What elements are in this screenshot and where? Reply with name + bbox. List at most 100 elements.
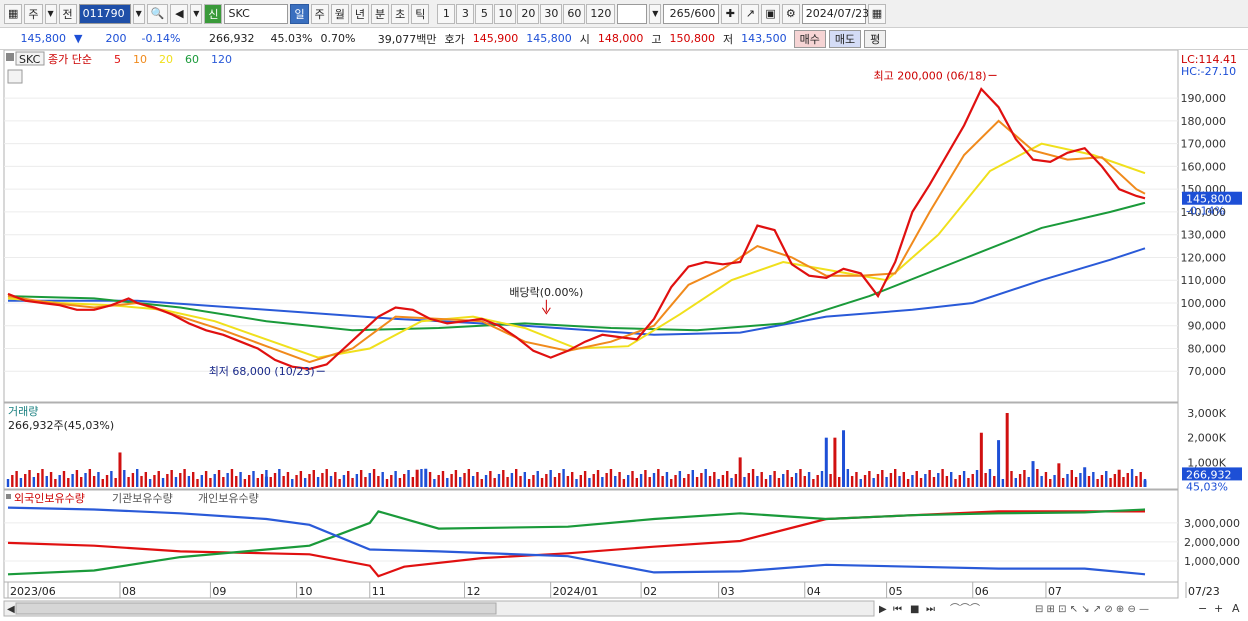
first-page-icon[interactable]: ⏮ (893, 604, 902, 615)
volume-base-bar (769, 475, 772, 487)
volume-base-bar (945, 476, 949, 487)
grid-toggle-icon[interactable] (7, 69, 23, 84)
volume-base-bar (678, 471, 682, 487)
volume-base-bar (183, 469, 186, 487)
prev-button[interactable]: 전 (58, 3, 77, 24)
draw-tool-icon[interactable]: ↗ (741, 3, 760, 24)
volume-base-bar (359, 470, 363, 487)
period-tab-4[interactable]: 분 (370, 3, 390, 24)
volume-base-bar (148, 479, 152, 487)
window-menu-icon[interactable]: ▦ (4, 3, 23, 24)
period-tab-6[interactable]: 틱 (411, 3, 430, 24)
volume-base-bar (454, 470, 458, 487)
save-icon[interactable]: ▣ (761, 3, 780, 24)
period-tab-0[interactable]: 일 (290, 3, 309, 24)
scroll-left-icon[interactable]: ◀ (7, 604, 15, 615)
eval-button[interactable]: 평 (864, 29, 887, 48)
period-tab-2[interactable]: 월 (330, 3, 349, 24)
volume-base-bar (1087, 476, 1091, 487)
volume-base-bar (618, 472, 621, 487)
gear-icon[interactable]: ⚙ (781, 3, 800, 24)
volume-base-bar (153, 475, 156, 487)
volume-tick-label: 3,000K (1187, 407, 1226, 420)
interval-button-60[interactable]: 60 (563, 3, 586, 24)
volume-base-bar (58, 475, 61, 487)
volume-base-bar (734, 474, 738, 487)
volume-base-bar (924, 474, 927, 487)
interval-dropdown-icon[interactable]: ▼ (649, 3, 662, 24)
volume-base-bar (536, 471, 539, 487)
volume-base-bar (204, 471, 208, 487)
volume-base-bar (605, 473, 608, 487)
turnover-amount: 39,077백만 (377, 32, 437, 46)
tool-icons[interactable]: ⊟ ⊞ ⊡ ↖ ↘ ↗ ⊘ ⊕ ⊖ — (1035, 604, 1149, 615)
chart-area[interactable]: SKC 종가 단순 5 10 20 60 120 LC:114.41 HC:-27.10… (0, 50, 1248, 621)
x-label: 02 (643, 585, 657, 598)
zoom-slider-icon[interactable]: ⌒⌒⌒ (950, 603, 980, 615)
volume-base-bar (881, 470, 884, 487)
volume-base-bar (807, 472, 811, 487)
volume-base-bar (812, 479, 815, 487)
zoom-out-icon[interactable]: − (1198, 602, 1207, 615)
volume-base-bar (372, 469, 376, 487)
volume-base-bar (62, 471, 66, 487)
interval-button-120[interactable]: 120 (586, 3, 616, 24)
volume-base-bar (471, 476, 475, 487)
font-size-icon[interactable]: A (1232, 602, 1240, 615)
volume-base-bar (105, 475, 109, 487)
volume-base-bar (161, 478, 165, 487)
calendar-icon[interactable]: ▦ (867, 3, 887, 24)
stock-name-field[interactable]: SKC (224, 3, 289, 24)
sell-button[interactable]: 매도 (828, 29, 862, 48)
type-select[interactable]: 주 (24, 3, 43, 24)
last-page-icon[interactable]: ⏭ (926, 604, 935, 615)
interval-button-1[interactable]: 1 (437, 3, 456, 24)
volume-bar (1117, 469, 1121, 487)
interval-button-20[interactable]: 20 (517, 3, 540, 24)
period-tab-5[interactable]: 초 (391, 3, 410, 24)
period-tab-1[interactable]: 주 (310, 3, 329, 24)
volume-base-bar (15, 471, 18, 487)
interval-button-3[interactable]: 3 (456, 3, 475, 24)
crosshair-icon[interactable]: ✚ (721, 3, 740, 24)
volume-base-bar (329, 476, 333, 487)
date-input[interactable]: 2024/07/23 (801, 3, 869, 24)
volume-base-bar (489, 471, 492, 487)
period-tab-3[interactable]: 년 (350, 3, 369, 24)
volume-base-bar (545, 474, 548, 487)
code-dropdown-icon[interactable]: ▼ (132, 3, 145, 24)
stop-icon[interactable]: ■ (910, 604, 919, 615)
volume-base-bar (433, 479, 436, 487)
x-label: 04 (807, 585, 821, 598)
volume-base-bar (562, 469, 565, 487)
volume-base-bar (1130, 469, 1134, 487)
volume-base-bar (751, 469, 755, 487)
interval-button-5[interactable]: 5 (475, 3, 494, 24)
last-pct-label: -0.14% (1186, 205, 1225, 218)
scroll-right-icon[interactable]: ▶ (879, 604, 887, 615)
volume-base-bar (540, 478, 544, 487)
volume-base-bar (553, 477, 557, 487)
volume-base-bar (411, 477, 415, 487)
volume-base-bar (243, 479, 247, 487)
interval-button-10[interactable]: 10 (494, 3, 517, 24)
buy-button[interactable]: 매수 (793, 29, 826, 48)
holdings-legend-1: 기관보유수량 (112, 492, 173, 505)
volume-bar (1057, 463, 1061, 487)
zoom-in-icon[interactable]: + (1214, 602, 1223, 615)
speaker-icon[interactable]: ◀ (170, 3, 189, 24)
count-input[interactable]: 265/600 (663, 3, 720, 24)
type-dropdown-icon[interactable]: ▼ (44, 3, 57, 24)
volume-base-bar (174, 477, 178, 487)
volume-base-bar (566, 476, 570, 487)
speaker-dropdown-icon[interactable]: ▼ (190, 3, 203, 24)
volume-base-bar (868, 471, 871, 487)
stock-code-input[interactable]: 011790 (78, 3, 131, 24)
volume-base-bar (239, 472, 242, 487)
volume-base-bar (855, 472, 858, 487)
search-icon[interactable]: 🔍 (146, 3, 169, 24)
scrollbar-thumb[interactable] (15, 602, 497, 615)
interval-custom-input[interactable] (617, 3, 648, 24)
interval-button-30[interactable]: 30 (540, 3, 563, 24)
top-toolbar: ▦ 주 ▼ 전 011790 ▼ 🔍 ◀ ▼ 신 SKC 일주월년분초틱 135… (0, 0, 1248, 28)
